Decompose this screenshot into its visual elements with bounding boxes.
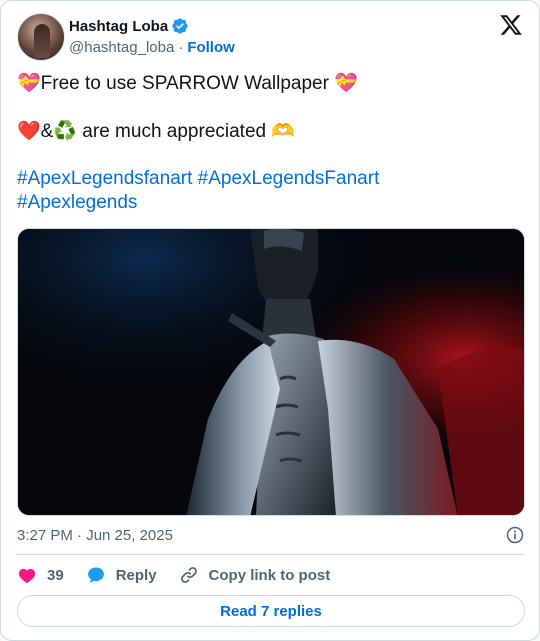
read-replies-button[interactable]: Read 7 replies: [17, 595, 525, 627]
hashtag-line: #ApexLegendsfanart #ApexLegendsFanart: [17, 167, 525, 191]
post-timestamp[interactable]: 3:27 PM · Jun 25, 2025: [17, 527, 173, 544]
red-heart-emoji: ❤️: [17, 120, 41, 142]
reply-button[interactable]: Reply: [86, 565, 157, 585]
link-icon: [180, 567, 197, 583]
copy-link-label: Copy link to post: [208, 566, 331, 584]
hashtag-link[interactable]: #Apexlegends: [17, 192, 137, 213]
divider: [17, 554, 525, 555]
hashtag-line: #Apexlegends: [17, 191, 525, 215]
timestamp-row: 3:27 PM · Jun 25, 2025: [17, 523, 525, 547]
heart-hands-emoji: 🫶: [271, 120, 296, 142]
heart-gift-emoji: 💝: [334, 72, 358, 94]
info-icon[interactable]: [505, 525, 525, 545]
author-info: Hashtag Loba @hashtag_loba · Follow: [69, 16, 235, 57]
heart-icon: [18, 568, 36, 584]
recycle-emoji: ♻️: [53, 120, 78, 142]
speech-bubble-icon: [87, 567, 104, 583]
hashtag-link[interactable]: #ApexLegendsFanart: [198, 168, 380, 189]
verified-badge-icon: [172, 18, 188, 34]
follow-button[interactable]: Follow: [187, 39, 235, 56]
author-handle[interactable]: @hashtag_loba: [69, 39, 174, 56]
hashtag-link[interactable]: #ApexLegendsfanart: [17, 168, 192, 189]
like-count: 39: [47, 566, 64, 584]
copy-link-button[interactable]: Copy link to post: [179, 565, 331, 585]
author-display-name[interactable]: Hashtag Loba: [69, 18, 168, 35]
action-bar: 39 Reply Copy link to post: [17, 563, 352, 587]
ampersand: &: [40, 121, 54, 142]
reply-label: Reply: [115, 566, 157, 584]
post-header: Hashtag Loba @hashtag_loba · Follow: [17, 13, 523, 61]
post-line-2: ❤️&♻️ are much appreciated 🫶: [17, 119, 525, 143]
like-button[interactable]: 39: [17, 565, 64, 585]
avatar[interactable]: [17, 13, 65, 61]
post-line-2-text: are much appreciated: [77, 121, 272, 142]
embedded-post-card: Hashtag Loba @hashtag_loba · Follow 💝Fre…: [0, 0, 540, 641]
heart-gift-emoji: 💝: [17, 72, 41, 94]
x-logo-icon[interactable]: [499, 13, 523, 37]
wallpaper-artwork: [18, 229, 524, 515]
post-line-1-text: Free to use SPARROW Wallpaper: [40, 73, 335, 94]
post-text: 💝Free to use SPARROW Wallpaper 💝 ❤️&♻️ a…: [17, 71, 525, 215]
post-line-1: 💝Free to use SPARROW Wallpaper 💝: [17, 71, 525, 95]
separator-dot: ·: [178, 38, 184, 56]
post-image[interactable]: [17, 228, 525, 516]
